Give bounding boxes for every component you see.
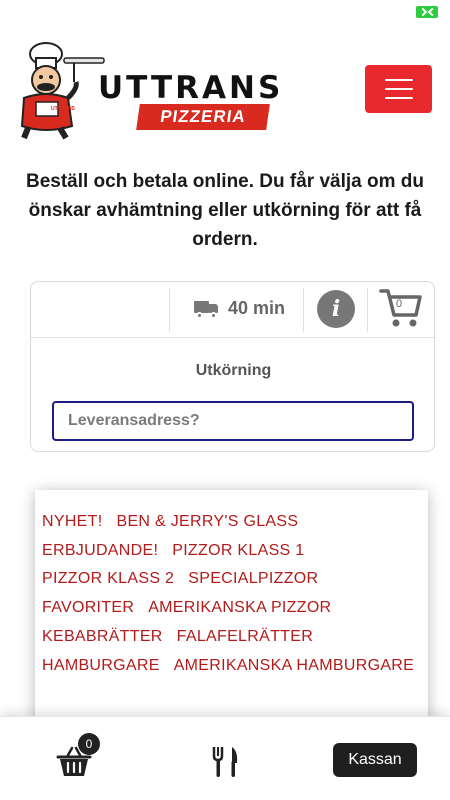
category-link[interactable]: ERBJUDANDE! bbox=[42, 537, 158, 566]
hamburger-menu-button[interactable] bbox=[365, 65, 432, 113]
category-link[interactable]: HAMBURGARE bbox=[42, 652, 160, 681]
divider bbox=[169, 288, 170, 332]
divider bbox=[367, 288, 368, 332]
apron-label: UTTRANS bbox=[51, 106, 75, 112]
connection-icon bbox=[416, 6, 438, 18]
category-link[interactable]: NYHET! bbox=[42, 508, 102, 537]
delivery-time: 40 min bbox=[194, 298, 285, 319]
category-link[interactable]: FAVORITER bbox=[42, 594, 134, 623]
divider bbox=[303, 288, 304, 332]
header: UTTRANS UTTRANS PIZZERIA bbox=[0, 36, 450, 146]
category-link[interactable]: PIZZOR KLASS 2 bbox=[42, 565, 174, 594]
truck-icon bbox=[194, 299, 220, 319]
delivery-address-input[interactable] bbox=[52, 401, 414, 441]
checkout-button[interactable]: Kassan bbox=[333, 743, 417, 777]
cutlery-icon bbox=[212, 747, 238, 777]
delivery-mode-label: Utkörning bbox=[195, 362, 272, 379]
hamburger-menu-icon bbox=[384, 79, 413, 81]
category-list: NYHET! BEN & JERRY'S GLASS ERBJUDANDE! PIZZ… bbox=[42, 508, 422, 680]
category-link[interactable]: SPECIALPIZZOR bbox=[188, 565, 318, 594]
bottom-navigation: 0 Kassan bbox=[0, 716, 450, 800]
category-link[interactable]: BEN & JERRY'S GLASS bbox=[116, 508, 298, 537]
delivery-time-label: 40 min bbox=[228, 298, 286, 318]
info-icon[interactable]: i bbox=[317, 290, 355, 328]
status-bar bbox=[0, 0, 450, 24]
intro-text: Beställ och betala online. Du får välja … bbox=[25, 171, 425, 250]
category-link[interactable]: AMERIKANSKA HAMBURGARE bbox=[174, 652, 414, 681]
brand-subtitle: PIZZERIA bbox=[159, 107, 248, 126]
order-card-toolbar: 40 min i 0 bbox=[31, 282, 436, 338]
basket-count-badge: 0 bbox=[78, 733, 100, 755]
category-link[interactable]: AMERIKANSKA PIZZOR bbox=[148, 594, 331, 623]
menu-cutlery-button[interactable] bbox=[211, 745, 239, 779]
brand-name: UTTRANS bbox=[98, 70, 284, 106]
category-link[interactable]: FALAFELRÄTTER bbox=[177, 623, 313, 652]
category-link[interactable]: PIZZOR KLASS 1 bbox=[172, 537, 304, 566]
brand-banner: PIZZERIA bbox=[136, 104, 270, 130]
order-card: 40 min i 0 Utkörning bbox=[30, 281, 436, 452]
category-link[interactable]: KEBABRÄTTER bbox=[42, 623, 163, 652]
uttrans-logo[interactable]: UTTRANS UTTRANS PIZZERIA bbox=[14, 40, 284, 140]
cart-button[interactable]: 0 bbox=[379, 287, 423, 331]
cart-count: 0 bbox=[396, 298, 403, 310]
